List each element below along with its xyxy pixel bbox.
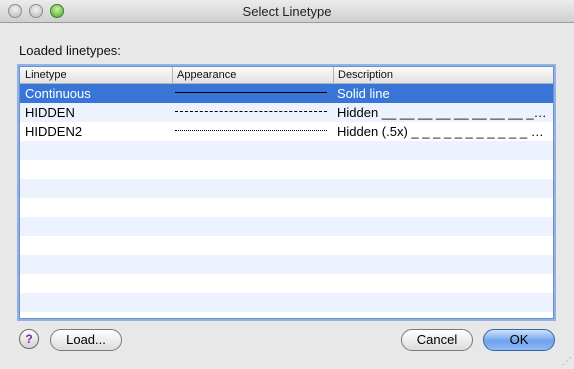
empty-row	[20, 255, 553, 274]
title-bar[interactable]: Select Linetype	[0, 0, 574, 23]
table-row[interactable]: Continuous Solid line	[20, 84, 553, 103]
dotted-line-preview	[175, 130, 327, 131]
appearance-preview	[175, 84, 329, 103]
linetype-name: HIDDEN	[25, 105, 75, 120]
empty-row	[20, 217, 553, 236]
resize-grip-icon[interactable]: ⋰	[562, 357, 572, 367]
empty-row	[20, 312, 553, 318]
dashed-line-preview	[175, 111, 327, 112]
empty-row	[20, 160, 553, 179]
empty-row	[20, 198, 553, 217]
column-divider[interactable]	[333, 67, 334, 84]
empty-row	[20, 179, 553, 198]
help-button[interactable]: ?	[19, 329, 39, 349]
linetype-description: Hidden __ __ __ __ __ __ __ __ __ __ __	[337, 105, 550, 120]
linetype-name: HIDDEN2	[25, 124, 83, 139]
empty-row	[20, 274, 553, 293]
cancel-button[interactable]: Cancel	[401, 329, 473, 351]
linetype-description: Solid line	[337, 86, 390, 101]
table-row[interactable]: HIDDEN Hidden __ __ __ __ __ __ __ __ __…	[20, 103, 553, 122]
linetype-table[interactable]: Linetype Appearance Description Continuo…	[19, 66, 554, 319]
loaded-linetypes-label: Loaded linetypes:	[19, 43, 121, 58]
solid-line-preview	[175, 92, 327, 93]
empty-row	[20, 293, 553, 312]
column-header-appearance[interactable]: Appearance	[177, 69, 236, 81]
empty-row	[20, 236, 553, 255]
ok-button[interactable]: OK	[483, 329, 555, 351]
column-header-description[interactable]: Description	[338, 69, 393, 81]
table-header: Linetype Appearance Description	[20, 67, 553, 84]
table-row[interactable]: HIDDEN2 Hidden (.5x) _ _ _ _ _ _ _ _ _ _…	[20, 122, 553, 141]
appearance-preview	[175, 103, 329, 122]
column-header-linetype[interactable]: Linetype	[25, 69, 67, 81]
linetype-name: Continuous	[25, 86, 91, 101]
empty-row	[20, 141, 553, 160]
window-title: Select Linetype	[242, 4, 332, 19]
load-button[interactable]: Load...	[50, 329, 122, 351]
select-linetype-dialog: Select Linetype Loaded linetypes: Linety…	[0, 0, 574, 369]
table-body: Continuous Solid line HIDDEN Hidden __ _…	[20, 84, 553, 318]
linetype-description: Hidden (.5x) _ _ _ _ _ _ _ _ _ _ _ _ _ _…	[337, 124, 550, 139]
column-divider[interactable]	[172, 67, 173, 84]
appearance-preview	[175, 122, 329, 141]
